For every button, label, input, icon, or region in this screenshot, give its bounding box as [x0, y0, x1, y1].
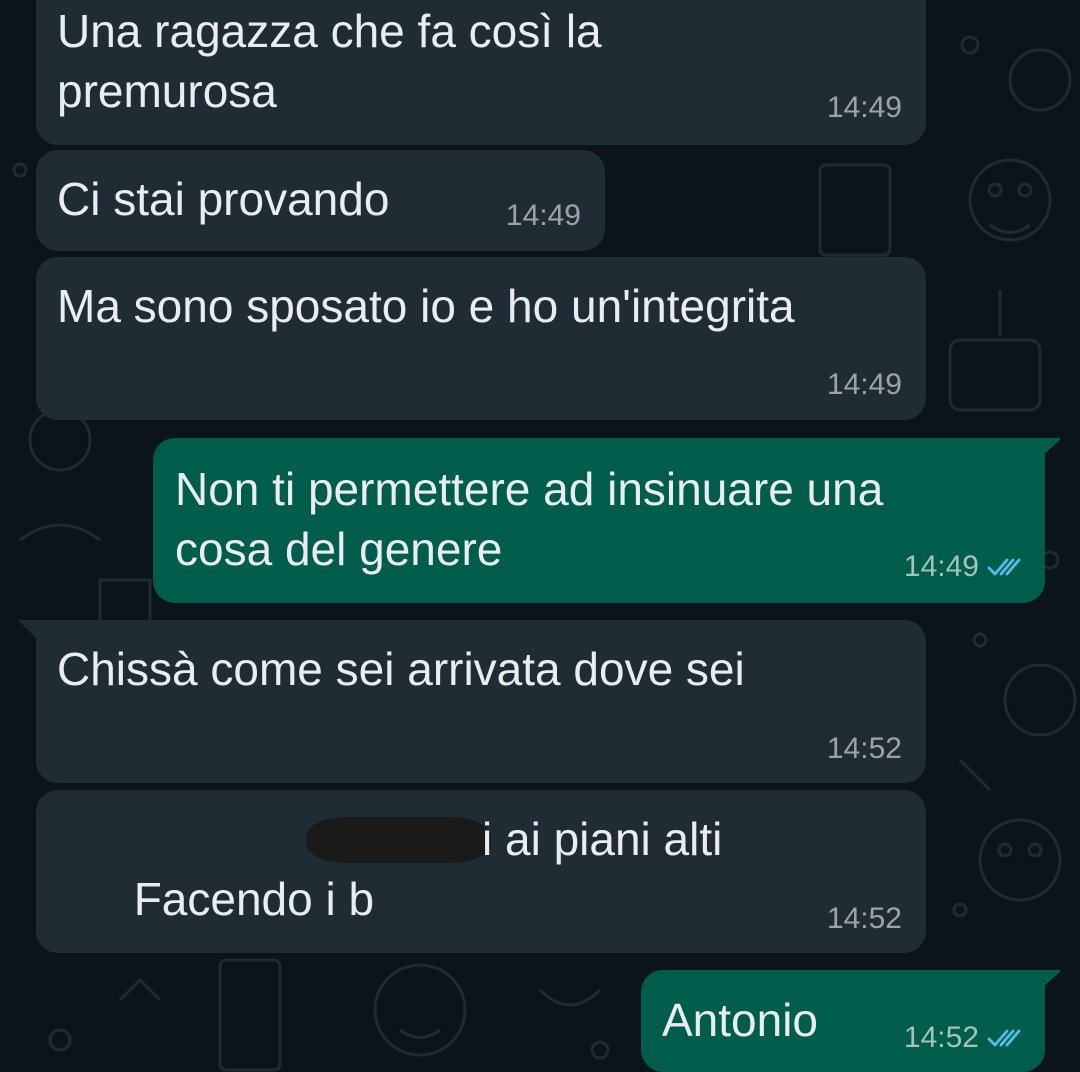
message-text: Una ragazza che fa così la premurosa	[57, 5, 602, 117]
message-timestamp-row: 14:49	[506, 199, 581, 233]
message-timestamp-row: 14:52	[827, 902, 902, 936]
bubble-tail-incoming	[18, 620, 38, 640]
message-bubble-incoming[interactable]: Ci stai provando 14:49	[36, 150, 605, 251]
message-text: Chissà come sei arrivata dove sei	[57, 643, 745, 695]
message-timestamp-row: 14:49	[904, 550, 1023, 584]
message-bubble-outgoing[interactable]: Non ti permettere ad insinuare una cosa …	[153, 438, 1045, 603]
message-text: Ma sono sposato io e ho un'integrita	[57, 280, 795, 332]
message-bubble-outgoing[interactable]: Antonio 14:52	[641, 970, 1045, 1072]
message-time: 14:52	[826, 902, 902, 935]
message-time: 14:52	[826, 732, 902, 765]
message-bubble-incoming[interactable]: Facendo i b i ai piani alti 14:52	[36, 790, 926, 953]
message-time: 14:49	[505, 199, 581, 232]
message-timestamp-row: 14:49	[827, 368, 902, 402]
message-timestamp-row: 14:52	[904, 1021, 1023, 1055]
message-time: 14:49	[826, 368, 902, 401]
message-text: Antonio	[662, 994, 819, 1046]
message-time: 14:49	[826, 91, 902, 124]
redaction-scribble	[306, 817, 491, 863]
message-timestamp-row: 14:52	[827, 732, 902, 766]
message-bubble-incoming[interactable]: Chissà come sei arrivata dove sei 14:52	[36, 620, 926, 783]
message-time: 14:49	[903, 550, 979, 583]
double-check-icon	[987, 1027, 1023, 1049]
message-bubble-incoming[interactable]: Ma sono sposato io e ho un'integrita 14:…	[36, 257, 926, 420]
message-timestamp-row: 14:49	[827, 91, 902, 125]
message-text: Ci stai provando	[57, 173, 390, 225]
double-check-icon	[987, 556, 1023, 578]
chat-messages-area[interactable]: Una ragazza che fa così la premurosa 14:…	[0, 0, 1080, 1072]
message-bubble-incoming[interactable]: Una ragazza che fa così la premurosa 14:…	[36, 0, 926, 145]
message-time: 14:52	[903, 1021, 979, 1054]
message-text: Non ti permettere ad insinuare una cosa …	[175, 463, 884, 575]
message-text-after: i ai piani alti	[482, 813, 723, 865]
message-text-before: Facendo i b	[133, 873, 375, 925]
